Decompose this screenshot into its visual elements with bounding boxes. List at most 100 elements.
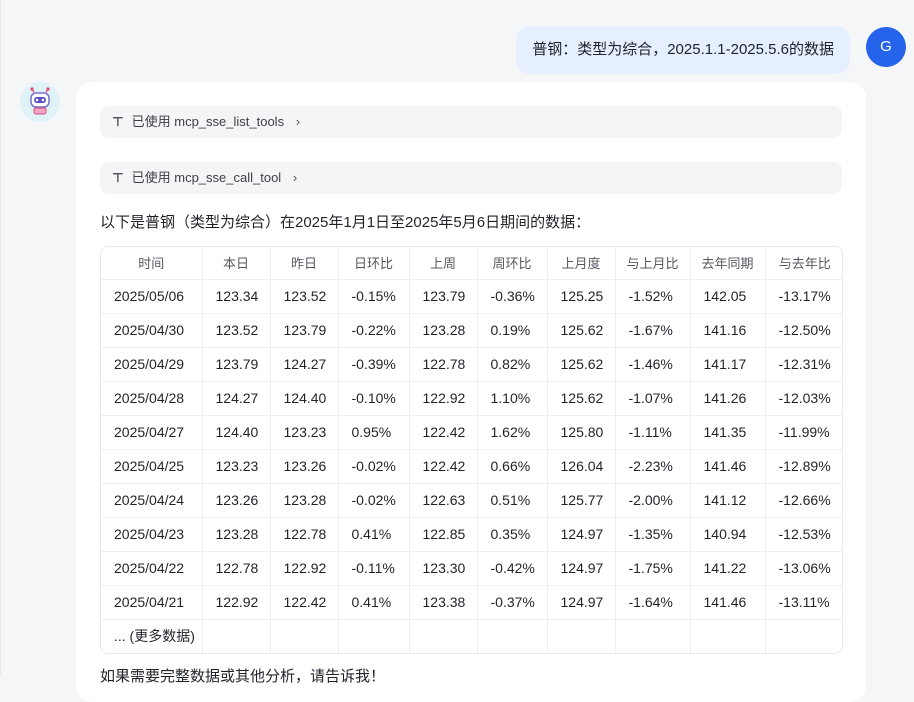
table-cell: 141.26 — [690, 381, 766, 416]
table-cell: 122.63 — [409, 483, 478, 518]
table-row: 2025/04/24 123.26 123.28 -0.02% 122.63 0.51% 1… — [101, 483, 842, 518]
table-cell: 2025/04/22 — [101, 551, 203, 586]
table-cell: 124.40 — [202, 415, 271, 450]
tool-call-list-tools[interactable]: ⊤ 已使用 mcp_sse_list_tools › — [100, 106, 842, 138]
table-cell: 123.30 — [409, 551, 478, 586]
table-cell: -12.66% — [765, 483, 842, 518]
user-message-bubble: 普钢：类型为综合，2025.1.1-2025.5.6的数据 — [516, 26, 850, 74]
table-cell: 123.26 — [270, 449, 339, 484]
table-cell: 125.62 — [547, 347, 616, 382]
table-cell: 1.10% — [477, 381, 548, 416]
table-cell: 124.40 — [270, 381, 339, 416]
table-header-cell: 与去年比 — [765, 247, 842, 280]
table-row: ... (更多数据) — [101, 619, 842, 653]
table-cell: 125.62 — [547, 381, 616, 416]
table-cell: 122.78 — [270, 517, 339, 552]
table-cell: 141.17 — [690, 347, 766, 382]
table-cell: -12.50% — [765, 313, 842, 348]
table-cell: 125.77 — [547, 483, 616, 518]
table-cell: 124.97 — [547, 551, 616, 586]
table-cell: 0.41% — [338, 585, 410, 620]
table-cell: 2025/04/21 — [101, 585, 203, 620]
table-cell: -1.52% — [615, 279, 691, 314]
table-cell: 1.62% — [477, 415, 548, 450]
table-cell: 141.12 — [690, 483, 766, 518]
table-cell: 123.34 — [202, 279, 271, 314]
table-cell: 123.28 — [270, 483, 339, 518]
table-cell: 123.23 — [270, 415, 339, 450]
table-cell — [690, 619, 766, 653]
table-cell — [765, 619, 842, 653]
bot-response-card: ⊤ 已使用 mcp_sse_list_tools › ⊤ 已使用 mcp_sse… — [76, 82, 866, 702]
table-cell: 124.27 — [202, 381, 271, 416]
table-cell: 2025/04/24 — [101, 483, 203, 518]
table-cell: 140.94 — [690, 517, 766, 552]
response-footer-text: 如果需要完整数据或其他分析，请告诉我！ — [100, 668, 386, 685]
table-header-cell: 时间 — [101, 247, 203, 280]
table-cell — [270, 619, 339, 653]
chevron-right-icon: › — [292, 170, 298, 185]
table-cell: 122.92 — [409, 381, 478, 416]
table-cell: -0.42% — [477, 551, 548, 586]
table-cell: 123.79 — [270, 313, 339, 348]
user-avatar-letter: G — [880, 38, 892, 55]
table-row: 2025/05/06 123.34 123.52 -0.15% 123.79 -0.36%… — [101, 279, 842, 314]
table-cell: -1.07% — [615, 381, 691, 416]
table-cell: -1.35% — [615, 517, 691, 552]
table-cell: -1.67% — [615, 313, 691, 348]
table-cell: -2.23% — [615, 449, 691, 484]
table-cell: 123.52 — [202, 313, 271, 348]
table-cell: 0.41% — [338, 517, 410, 552]
table-cell: 123.79 — [409, 279, 478, 314]
table-cell: -1.75% — [615, 551, 691, 586]
table-cell: 123.28 — [409, 313, 478, 348]
table-cell: 0.19% — [477, 313, 548, 348]
bot-avatar — [20, 82, 60, 122]
table-cell: -0.36% — [477, 279, 548, 314]
table-cell — [547, 619, 616, 653]
table-cell: 125.80 — [547, 415, 616, 450]
table-row: 2025/04/29 123.79 124.27 -0.39% 122.78 0.82% 1… — [101, 347, 842, 382]
table-header-cell: 上周 — [409, 247, 478, 280]
table-cell: 141.22 — [690, 551, 766, 586]
table-cell: 0.35% — [477, 517, 548, 552]
table-cell: 2025/04/23 — [101, 517, 203, 552]
table-cell: 122.78 — [202, 551, 271, 586]
table-header-cell: 与上月比 — [615, 247, 691, 280]
table-cell: -13.17% — [765, 279, 842, 314]
user-avatar[interactable]: G — [866, 27, 906, 67]
chevron-right-icon: › — [295, 114, 301, 129]
table-row: 2025/04/23 123.28 122.78 0.41% 122.85 0.35% 12… — [101, 517, 842, 552]
table-cell: 0.66% — [477, 449, 548, 484]
table-cell: -12.89% — [765, 449, 842, 484]
table-cell — [338, 619, 410, 653]
table-cell: -0.22% — [338, 313, 410, 348]
table-row: 2025/04/25 123.23 123.26 -0.02% 122.42 0.66% 1… — [101, 449, 842, 484]
table-cell: 2025/04/28 — [101, 381, 203, 416]
table-cell: 141.35 — [690, 415, 766, 450]
table-cell: 141.16 — [690, 313, 766, 348]
table-cell: -0.37% — [477, 585, 548, 620]
table-cell: -0.15% — [338, 279, 410, 314]
table-cell: -1.46% — [615, 347, 691, 382]
table-row: 2025/04/22 122.78 122.92 -0.11% 123.30 -0.42%… — [101, 551, 842, 586]
table-cell: 123.26 — [202, 483, 271, 518]
table-header-row: 时间 本日 昨日 日环比 上周 周环比 上月度 与上月比 去年同期 与去年比 — [101, 247, 842, 280]
table-cell: -0.02% — [338, 449, 410, 484]
tool-call-call-tool[interactable]: ⊤ 已使用 mcp_sse_call_tool › — [100, 162, 842, 194]
table-cell: 2025/04/27 — [101, 415, 203, 450]
table-row: 2025/04/28 124.27 124.40 -0.10% 122.92 1.10% 1… — [101, 381, 842, 416]
table-row: 2025/04/21 122.92 122.42 0.41% 123.38 -0.37% 1… — [101, 585, 842, 620]
table-cell: 122.42 — [409, 449, 478, 484]
table-cell: 0.82% — [477, 347, 548, 382]
table-cell: -0.10% — [338, 381, 410, 416]
table-cell: 122.42 — [270, 585, 339, 620]
table-cell: -1.64% — [615, 585, 691, 620]
tool-icon: ⊤ — [112, 114, 124, 129]
table-cell: 124.27 — [270, 347, 339, 382]
table-row: 2025/04/30 123.52 123.79 -0.22% 123.28 0.19% 1… — [101, 313, 842, 348]
table-cell: 125.62 — [547, 313, 616, 348]
table-cell: 123.38 — [409, 585, 478, 620]
table-cell: 122.92 — [270, 551, 339, 586]
tool-icon: ⊤ — [112, 170, 124, 185]
